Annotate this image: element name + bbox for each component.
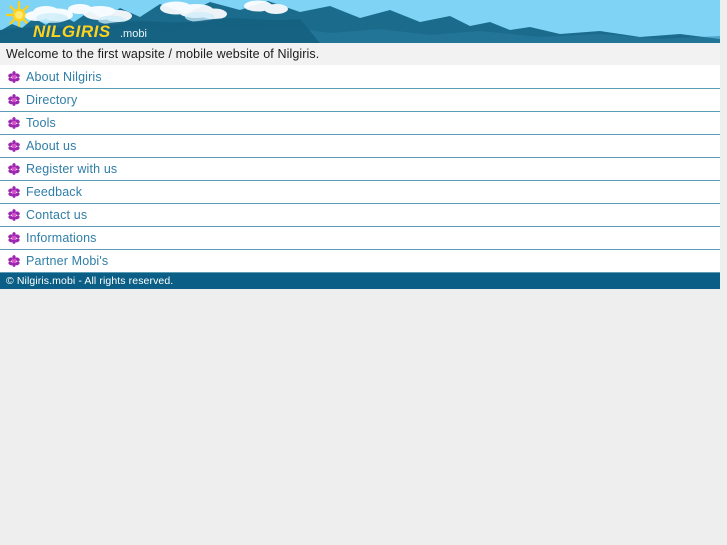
copyright-text: © Nilgiris.mobi - All rights reserved.	[6, 275, 174, 287]
menu-item-directory[interactable]: Directory	[0, 89, 720, 112]
menu-item-label: Informations	[26, 231, 97, 245]
banner-artwork: NILGIRIS .mobi	[0, 0, 720, 43]
menu-item-label: About us	[26, 139, 77, 153]
menu-item-about-nilgiris[interactable]: About Nilgiris	[0, 66, 720, 89]
menu-item-label: Partner Mobi's	[26, 254, 109, 268]
site-footer: © Nilgiris.mobi - All rights reserved.	[0, 273, 720, 289]
site-banner: NILGIRIS .mobi	[0, 0, 720, 43]
menu-item-partner-mobis[interactable]: Partner Mobi's	[0, 250, 720, 273]
menu-item-label: Feedback	[26, 185, 83, 199]
page-filler	[0, 289, 720, 538]
flower-star-icon	[8, 140, 20, 152]
main-menu: About Nilgiris Directory Tools About us …	[0, 65, 720, 273]
menu-item-label: About Nilgiris	[26, 70, 102, 84]
menu-item-label: Directory	[26, 93, 78, 107]
menu-item-about-us[interactable]: About us	[0, 135, 720, 158]
page-container: NILGIRIS .mobi Welcome to the first waps…	[0, 0, 720, 538]
menu-item-label: Register with us	[26, 162, 118, 176]
logo-suffix: .mobi	[120, 28, 147, 40]
flower-star-icon	[8, 209, 20, 221]
welcome-text: Welcome to the first wapsite / mobile we…	[6, 47, 320, 61]
flower-star-icon	[8, 255, 20, 267]
logo-text: NILGIRIS	[33, 22, 111, 41]
flower-star-icon	[8, 94, 20, 106]
menu-item-register-with-us[interactable]: Register with us	[0, 158, 720, 181]
flower-star-icon	[8, 186, 20, 198]
menu-item-informations[interactable]: Informations	[0, 227, 720, 250]
menu-item-label: Contact us	[26, 208, 88, 222]
menu-item-tools[interactable]: Tools	[0, 112, 720, 135]
flower-star-icon	[8, 71, 20, 83]
flower-star-icon	[8, 232, 20, 244]
menu-item-contact-us[interactable]: Contact us	[0, 204, 720, 227]
menu-item-feedback[interactable]: Feedback	[0, 181, 720, 204]
flower-star-icon	[8, 117, 20, 129]
welcome-strip: Welcome to the first wapsite / mobile we…	[0, 43, 720, 65]
menu-item-label: Tools	[26, 116, 56, 130]
flower-star-icon	[8, 163, 20, 175]
